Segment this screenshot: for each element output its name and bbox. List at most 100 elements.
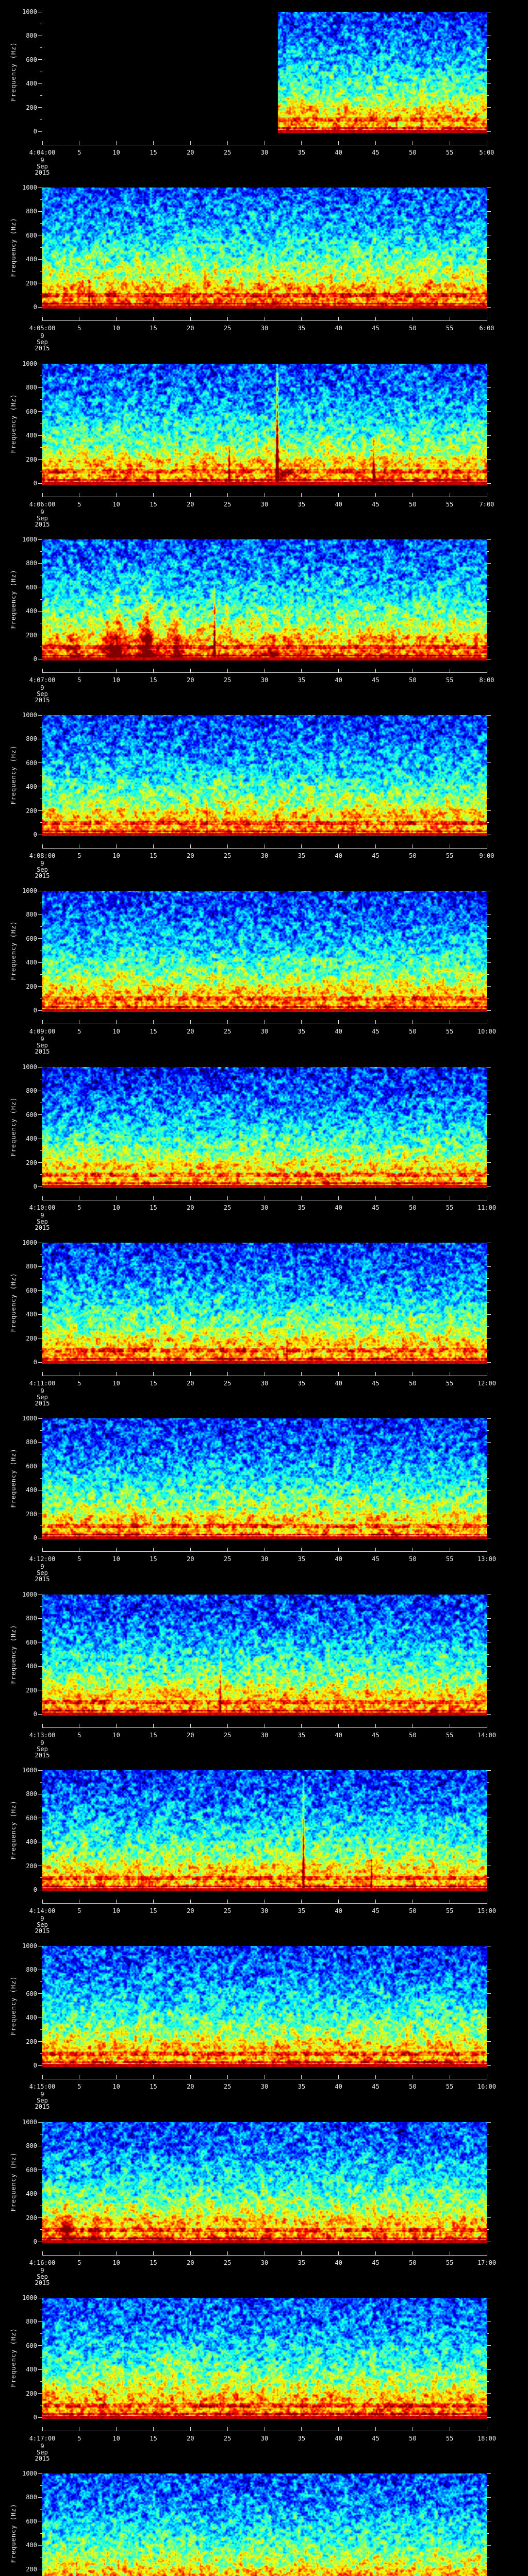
x-tick [190, 844, 191, 848]
y-tick-label: 600 [26, 1638, 37, 1646]
y-major-tick [487, 2321, 491, 2322]
x-tick [42, 844, 43, 848]
y-minor-tick [487, 423, 489, 424]
y-minor-tick [487, 399, 489, 400]
spectrogram-panel-6: Frequency (Hz) 9 Sep 2015 0 200 400 600 800 100… [0, 879, 528, 1055]
y-minor-tick [40, 2333, 42, 2334]
y-tick-label: 1000 [22, 2294, 37, 2301]
x-tick [190, 493, 191, 497]
y-major-tick [38, 810, 42, 811]
y-tick-label: 800 [26, 1790, 37, 1798]
y-major-tick [487, 1290, 491, 1291]
y-major-tick [38, 563, 42, 564]
y-tick-label: 400 [26, 1311, 37, 1318]
y-major-tick [487, 1266, 491, 1267]
x-tick [301, 317, 302, 320]
x-tick [190, 1372, 191, 1376]
x-tick [227, 2427, 228, 2431]
date-label: 9 Sep 2015 [21, 1740, 64, 1758]
y-major-tick [38, 1770, 42, 1771]
y-major-tick [487, 411, 491, 412]
y-tick-label: 600 [26, 1286, 37, 1294]
y-tick-label: 800 [26, 2494, 37, 2501]
x-tick [190, 1020, 191, 1024]
y-tick-label: 600 [26, 408, 37, 415]
y-minor-tick [487, 1654, 489, 1655]
y-major-tick [38, 2321, 42, 2322]
x-tick [153, 669, 154, 672]
x-tick [375, 317, 376, 320]
y-tick-label: 1000 [22, 1591, 37, 1598]
y-tick-label: 200 [26, 807, 37, 815]
y-tick-label: 600 [26, 1111, 37, 1118]
date-line: 2015 [35, 1575, 50, 1583]
y-major-tick [38, 483, 42, 484]
y-major-tick [487, 1666, 491, 1667]
y-tick-label: 200 [26, 2565, 37, 2573]
y-major-tick [38, 539, 42, 540]
x-axis-line [42, 1727, 487, 1728]
y-minor-tick [40, 2533, 42, 2534]
x-tick [153, 844, 154, 848]
spectrogram-image [42, 12, 487, 133]
y-tick-label: 400 [26, 2014, 37, 2022]
x-tick [412, 1372, 413, 1376]
y-tick-label: 0 [33, 1534, 37, 1541]
y-major-tick [487, 435, 491, 436]
y-minor-tick [40, 1150, 42, 1151]
y-major-tick [487, 611, 491, 612]
y-minor-tick [40, 1606, 42, 1607]
x-tick-label: 13:00 [477, 1555, 497, 1563]
x-tick [190, 141, 191, 145]
x-tick [301, 669, 302, 672]
y-tick-label: 0 [33, 1183, 37, 1190]
x-tick [412, 317, 413, 320]
spectrogram-panel-13: Frequency (Hz) 9 Sep 2015 0 200 400 600 800 100… [0, 2110, 528, 2286]
date-line: 2015 [35, 872, 50, 879]
y-major-tick [487, 810, 491, 811]
y-major-tick [487, 211, 491, 212]
x-tick [412, 2251, 413, 2255]
y-major-tick [38, 307, 42, 308]
y-minor-tick [40, 2053, 42, 2054]
y-tick-label: 1000 [22, 8, 37, 15]
y-minor-tick [40, 1877, 42, 1878]
y-tick-label: 0 [33, 1710, 37, 1718]
y-tick-label: 800 [26, 1263, 37, 1270]
spectrogram-image [42, 2298, 487, 2419]
y-major-tick [487, 2417, 491, 2418]
x-axis-line [42, 320, 487, 321]
x-tick [338, 317, 339, 320]
y-minor-tick [487, 1478, 489, 1479]
y-major-tick [38, 962, 42, 963]
y-tick-label: 1000 [22, 887, 37, 894]
date-label: 9 Sep 2015 [21, 2267, 64, 2286]
y-minor-tick [487, 822, 489, 823]
y-tick-label: 200 [26, 1686, 37, 1694]
y-major-tick [38, 1114, 42, 1115]
y-minor-tick [487, 1630, 489, 1631]
y-major-tick [487, 962, 491, 963]
y-tick-label: 400 [26, 783, 37, 791]
y-axis-label: Frequency (Hz) [10, 569, 17, 629]
spectrogram-image [42, 1243, 487, 1364]
y-tick-label: 600 [26, 1462, 37, 1470]
y-major-tick [38, 1442, 42, 1443]
spectrogram-image [42, 364, 487, 485]
y-minor-tick [40, 974, 42, 975]
spectrogram-panel-8: Frequency (Hz) 9 Sep 2015 0 200 400 600 800 100… [0, 1231, 528, 1406]
x-tick [338, 2427, 339, 2431]
date-label: 9 Sep 2015 [21, 1212, 64, 1231]
y-minor-tick [487, 2333, 489, 2334]
y-tick-label: 1000 [22, 184, 37, 191]
y-axis-label: Frequency (Hz) [10, 2152, 17, 2212]
y-minor-tick [487, 1302, 489, 1303]
y-minor-tick [487, 2509, 489, 2510]
y-major-tick [38, 211, 42, 212]
y-major-tick [38, 411, 42, 412]
x-tick [412, 493, 413, 497]
y-major-tick [38, 986, 42, 987]
x-tick [116, 2075, 117, 2079]
y-axis-label: Frequency (Hz) [10, 1097, 17, 1157]
y-minor-tick [40, 270, 42, 272]
